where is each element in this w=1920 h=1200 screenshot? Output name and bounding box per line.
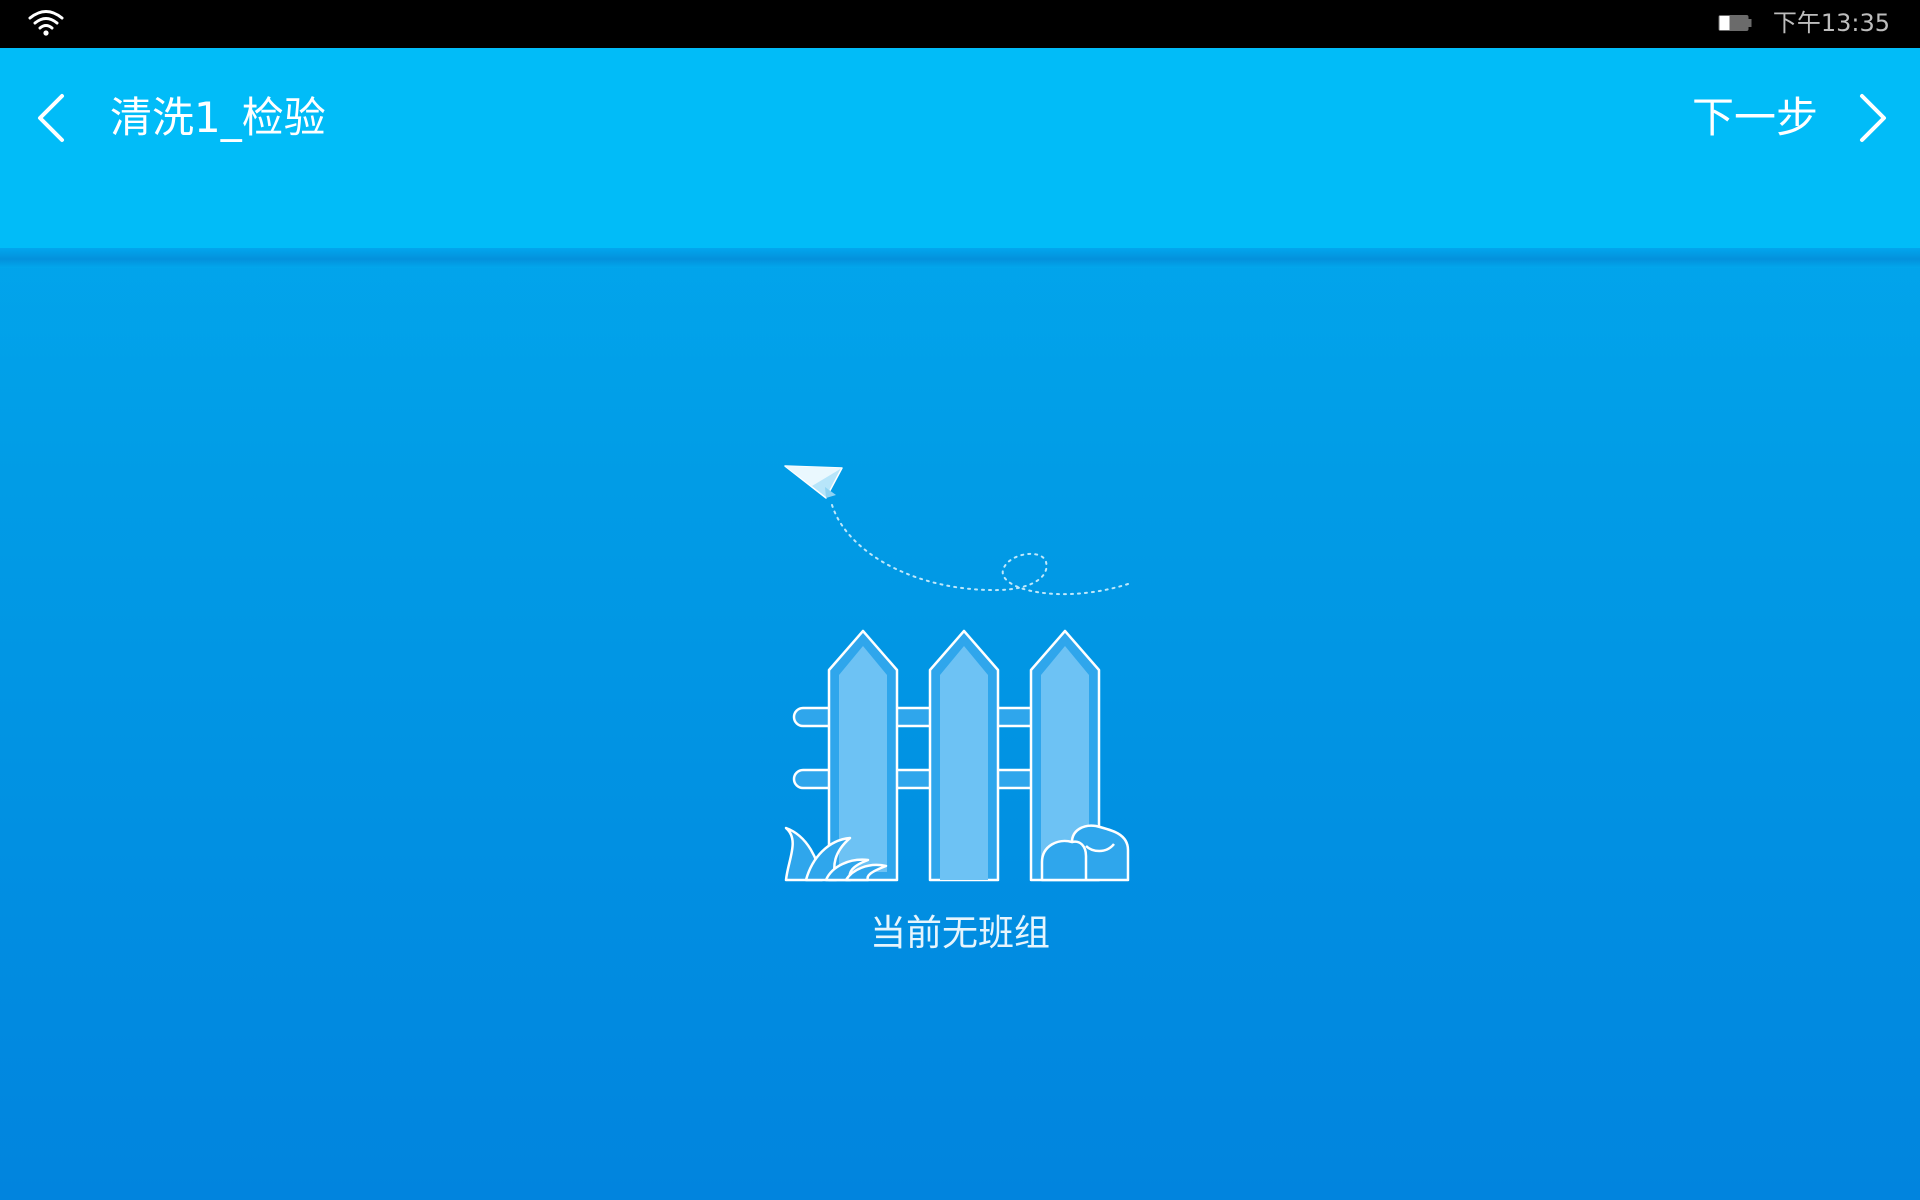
status-time: 下午13:35 xyxy=(1772,9,1890,37)
status-bar: 下午13:35 xyxy=(0,0,1920,48)
battery-icon xyxy=(1718,15,1752,31)
paper-plane-icon xyxy=(784,465,843,499)
chevron-right-icon xyxy=(1860,94,1886,142)
app-bar-shadow xyxy=(0,248,1920,268)
page-title: 清洗1_检验 xyxy=(110,93,326,142)
empty-state-message: 当前无班组 xyxy=(869,913,1050,954)
app-bar xyxy=(0,48,1920,248)
wifi-icon xyxy=(28,10,64,36)
flight-path xyxy=(831,504,1129,596)
next-step-button[interactable]: 下一步 xyxy=(1692,88,1890,148)
fence-illustration xyxy=(784,465,1130,882)
screen: 下午13:35 清洗1_检验 下一步 当前无班组 xyxy=(0,0,1920,1200)
chevron-left-icon xyxy=(38,94,64,142)
back-button[interactable] xyxy=(30,88,80,148)
next-step-label: 下一步 xyxy=(1691,93,1818,142)
